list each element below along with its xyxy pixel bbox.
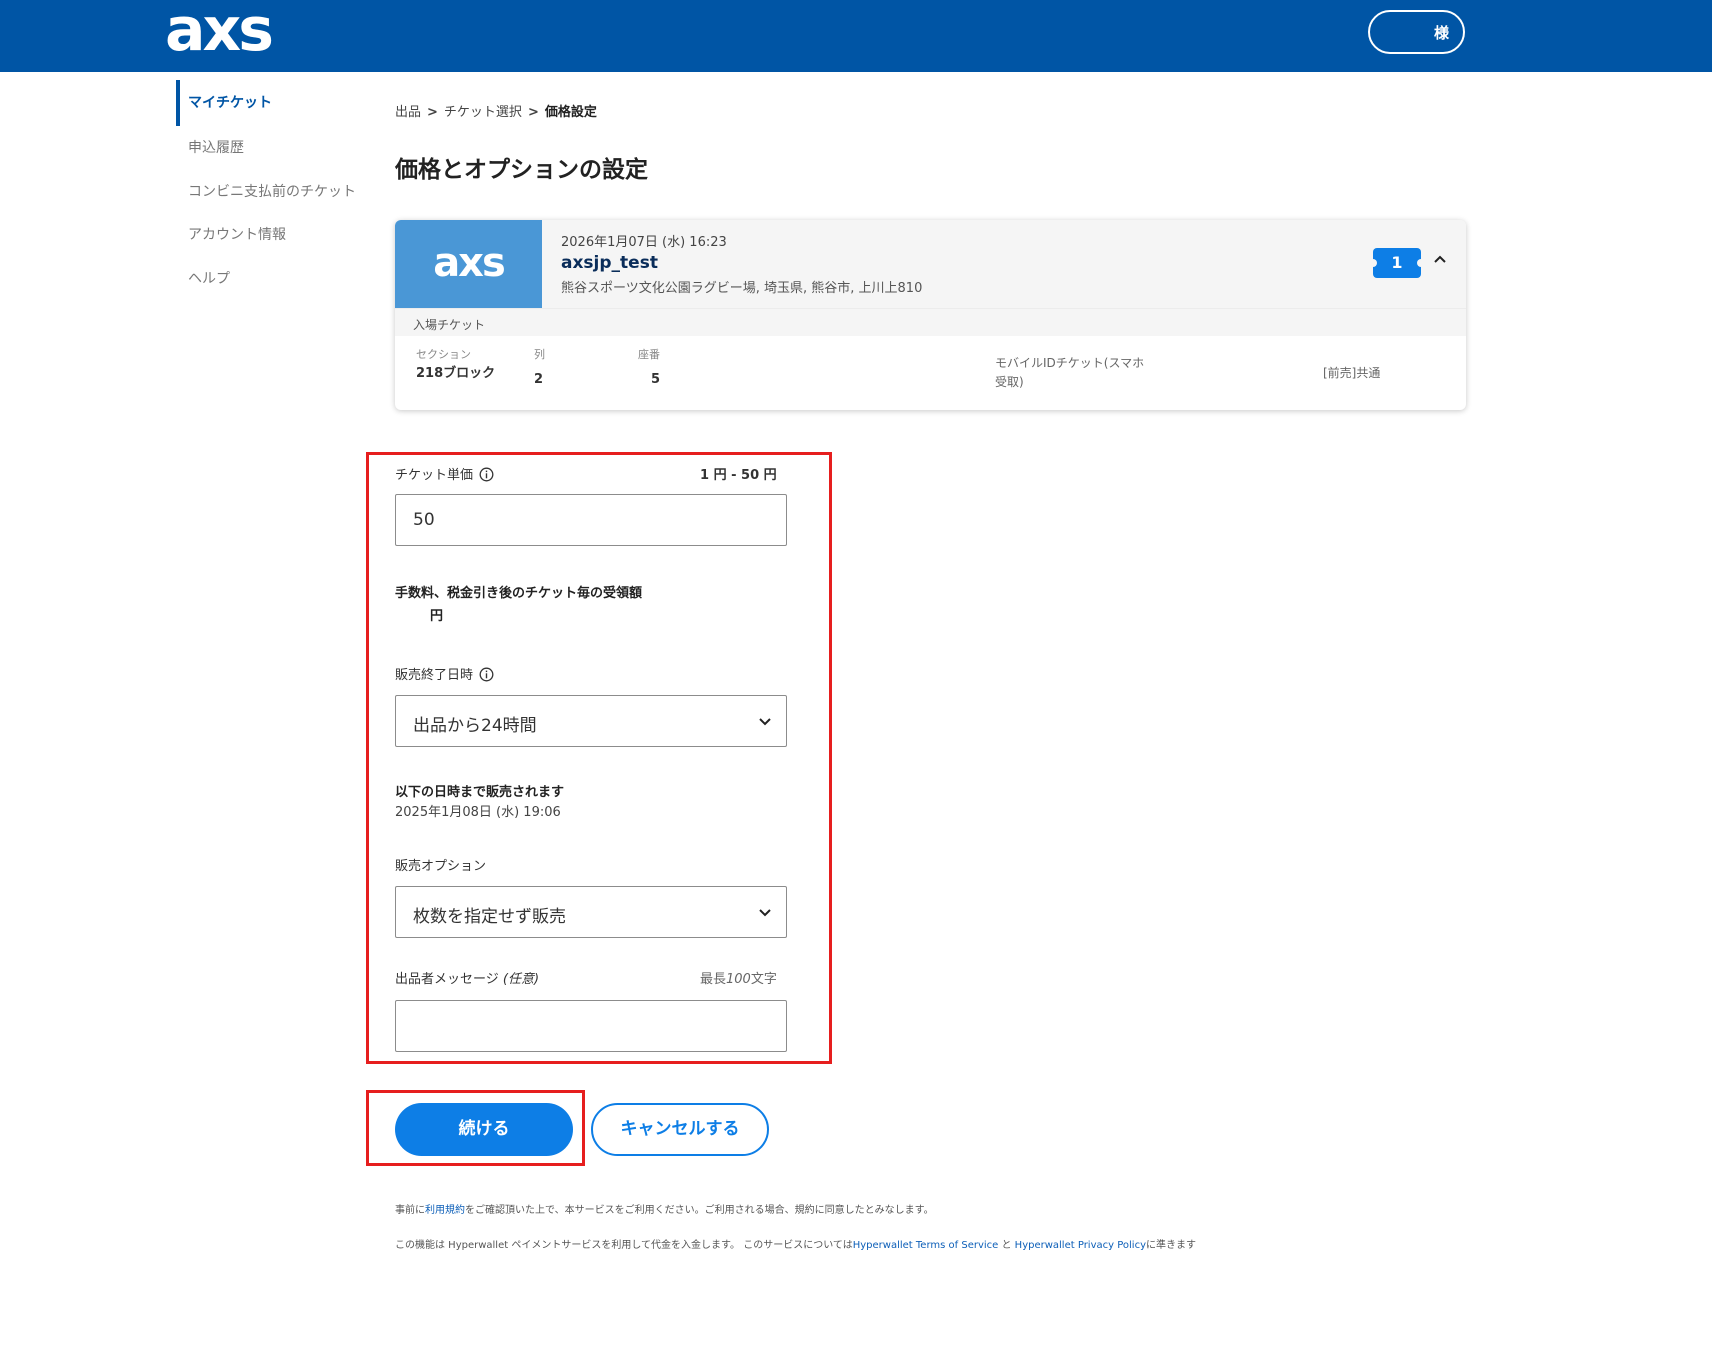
top-header: axs 様 <box>0 0 1712 72</box>
message-limit-number: 100 <box>726 972 751 987</box>
delivery-method: モバイルIDチケット(スマホ受取) <box>995 356 1145 389</box>
ticket-type: 入場チケット <box>413 318 486 332</box>
sidebar-item-unpaid-tickets[interactable]: コンビニ支払前のチケット <box>188 181 356 201</box>
user-name-suffix: 様 <box>1433 24 1449 42</box>
breadcrumb-item-ticket-select[interactable]: チケット選択 <box>444 105 522 120</box>
sale-end-selected: 出品から24時間 <box>413 716 537 736</box>
sidebar-item-help[interactable]: ヘルプ <box>188 268 230 288</box>
sale-option-select[interactable]: 枚数を指定せず販売 <box>395 886 787 938</box>
event-ticket-card: axs 2026年1月07日 (水) 16:23 axsjp_test 熊谷スポ… <box>395 220 1466 410</box>
hyperwallet-terms-link[interactable]: Hyperwallet Terms of Service <box>853 1240 999 1251</box>
breadcrumb-separator: > <box>427 105 438 120</box>
sale-end-label: 販売終了日時 <box>395 664 494 683</box>
net-amount-label: 手数料、税金引き後のチケット毎の受領額 <box>395 586 643 601</box>
user-menu-button[interactable]: 様 <box>1368 10 1465 54</box>
sidebar-item-my-tickets[interactable]: マイチケット <box>188 92 272 112</box>
info-icon[interactable] <box>479 467 494 482</box>
section-value: 218ブロック <box>416 366 496 381</box>
event-datetime: 2026年1月07日 (水) 16:23 <box>561 235 727 250</box>
price-input[interactable] <box>395 494 787 546</box>
hyperwallet-note: この機能は Hyperwallet ペイメントサービスを利用して代金を入金します… <box>395 1236 1196 1251</box>
seller-message-optional: (任意) <box>502 972 540 987</box>
message-limit-suffix: 文字 <box>750 972 777 987</box>
sale-option-label: 販売オプション <box>395 859 487 874</box>
event-venue: 熊谷スポーツ文化公園ラグビー場, 埼玉県, 熊谷市, 上川上810 <box>561 281 923 296</box>
presale-type: [前売]共通 <box>1323 366 1381 380</box>
price-label: チケット単価 <box>395 464 494 483</box>
event-summary <box>395 220 1466 308</box>
seller-message-limit: 最長100文字 <box>700 968 777 987</box>
sidebar-item-account-info[interactable]: アカウント情報 <box>188 224 286 244</box>
section-label: セクション <box>416 348 471 361</box>
event-logo: axs <box>395 220 542 308</box>
chevron-down-icon <box>759 718 771 726</box>
event-name: axsjp_test <box>561 253 658 273</box>
axs-logo[interactable]: axs <box>165 0 274 62</box>
terms-link[interactable]: 利用規約 <box>425 1205 465 1216</box>
seat-value: 5 <box>651 372 661 387</box>
chevron-down-icon <box>759 909 771 917</box>
sale-option-selected: 枚数を指定せず販売 <box>413 907 566 927</box>
message-limit-prefix: 最長 <box>700 972 727 987</box>
cancel-button[interactable]: キャンセルする <box>591 1103 769 1156</box>
terms-suffix: をご確認頂いた上で、本サービスをご利用ください。ご利用される場合、規約に同意した… <box>465 1205 934 1216</box>
hyperwallet-suffix: に準きます <box>1146 1240 1196 1251</box>
active-indicator <box>176 80 180 126</box>
breadcrumb-item-listing[interactable]: 出品 <box>395 105 421 120</box>
terms-note: 事前に利用規約をご確認頂いた上で、本サービスをご利用ください。ご利用される場合、… <box>395 1201 934 1216</box>
hyperwallet-prefix: この機能は Hyperwallet ペイメントサービスを利用して代金を入金します… <box>395 1240 853 1251</box>
seller-message-label: 出品者メッセージ (任意) <box>395 968 539 987</box>
sidebar-item-application-history[interactable]: 申込履歴 <box>188 137 244 157</box>
ticket-count-badge: 1 <box>1369 248 1425 278</box>
hyperwallet-and: と <box>998 1240 1015 1251</box>
terms-prefix: 事前に <box>395 1205 425 1216</box>
hyperwallet-privacy-link[interactable]: Hyperwallet Privacy Policy <box>1015 1240 1146 1251</box>
sale-until-label: 以下の日時まで販売されます <box>395 785 565 800</box>
continue-button[interactable]: 続ける <box>395 1103 573 1156</box>
page-title: 価格とオプションの設定 <box>395 157 648 183</box>
sale-until-value: 2025年1月08日 (水) 19:06 <box>395 805 561 820</box>
price-label-text: チケット単価 <box>395 468 474 483</box>
breadcrumb: 出品 > チケット選択 > 価格設定 <box>395 101 597 120</box>
breadcrumb-separator: > <box>527 105 539 120</box>
net-amount-unit: 円 <box>430 609 444 624</box>
chevron-up-icon[interactable] <box>1433 252 1447 266</box>
seller-message-input[interactable] <box>395 1000 787 1052</box>
seller-message-label-text: 出品者メッセージ <box>395 972 499 987</box>
info-icon[interactable] <box>479 667 494 682</box>
row-label: 列 <box>534 348 545 361</box>
row-value: 2 <box>534 372 544 387</box>
breadcrumb-item-price-setting: 価格設定 <box>544 105 597 120</box>
price-range: 1 円 - 50 円 <box>700 468 777 483</box>
sale-end-label-text: 販売終了日時 <box>395 668 474 683</box>
seat-label: 座番 <box>638 348 660 361</box>
sale-end-select[interactable]: 出品から24時間 <box>395 695 787 747</box>
ticket-type-row: 入場チケット <box>395 308 1466 336</box>
